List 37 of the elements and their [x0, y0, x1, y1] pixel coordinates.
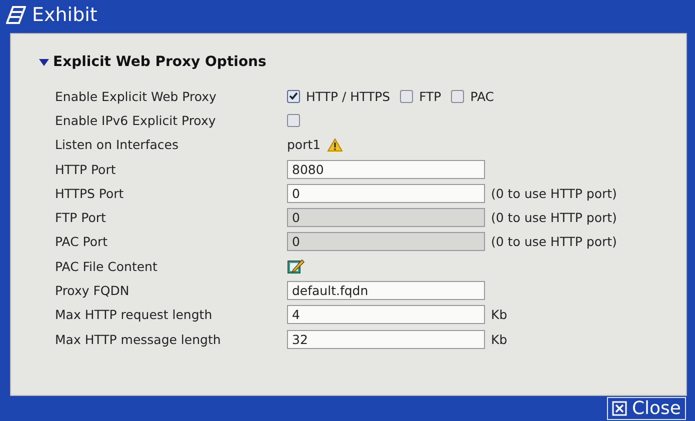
- app-icon: [6, 6, 26, 24]
- field-label: Max HTTP request length: [55, 307, 214, 322]
- text-field[interactable]: 0: [287, 184, 485, 203]
- checkbox[interactable]: [287, 114, 300, 127]
- field-label: Max HTTP message length: [55, 332, 222, 347]
- field-hint: Kb: [491, 307, 508, 322]
- edit-icon[interactable]: [287, 258, 305, 275]
- checkbox-label: FTP: [419, 88, 442, 104]
- text-field[interactable]: 32: [287, 330, 485, 349]
- checkbox[interactable]: [400, 90, 414, 103]
- field-label: HTTP Port: [55, 162, 117, 177]
- collapse-icon[interactable]: [39, 58, 49, 66]
- checkbox[interactable]: [451, 90, 464, 103]
- field-label: Listen on Interfaces: [55, 137, 180, 152]
- checkbox[interactable]: [287, 90, 300, 103]
- field-hint: (0 to use HTTP port): [491, 186, 617, 201]
- field-label: FTP Port: [55, 210, 107, 226]
- close-button[interactable]: Close: [606, 397, 686, 420]
- field-label: Enable IPv6 Explicit Proxy: [55, 112, 217, 128]
- field-label: HTTPS Port: [55, 186, 125, 201]
- section-title: Explicit Web Proxy Options: [53, 54, 266, 70]
- checkbox-label: PAC: [470, 88, 494, 104]
- field-label: PAC File Content: [55, 258, 158, 274]
- text-field[interactable]: 8080: [287, 160, 485, 179]
- interface-name: port1: [287, 137, 321, 152]
- text-field[interactable]: default.fqdn: [287, 281, 485, 300]
- field-hint: (0 to use HTTP port): [491, 234, 617, 250]
- checkbox-label: HTTP / HTTPS: [306, 88, 390, 104]
- field-label: PAC Port: [55, 234, 109, 250]
- window-title: Exhibit: [32, 4, 98, 26]
- field-hint: Kb: [491, 332, 508, 347]
- field-label: Proxy FQDN: [55, 283, 130, 298]
- warning-icon: [326, 138, 343, 152]
- field-label: Enable Explicit Web Proxy: [55, 88, 218, 104]
- field-hint: (0 to use HTTP port): [491, 210, 617, 226]
- close-icon: [612, 401, 627, 416]
- text-field[interactable]: 4: [287, 305, 485, 324]
